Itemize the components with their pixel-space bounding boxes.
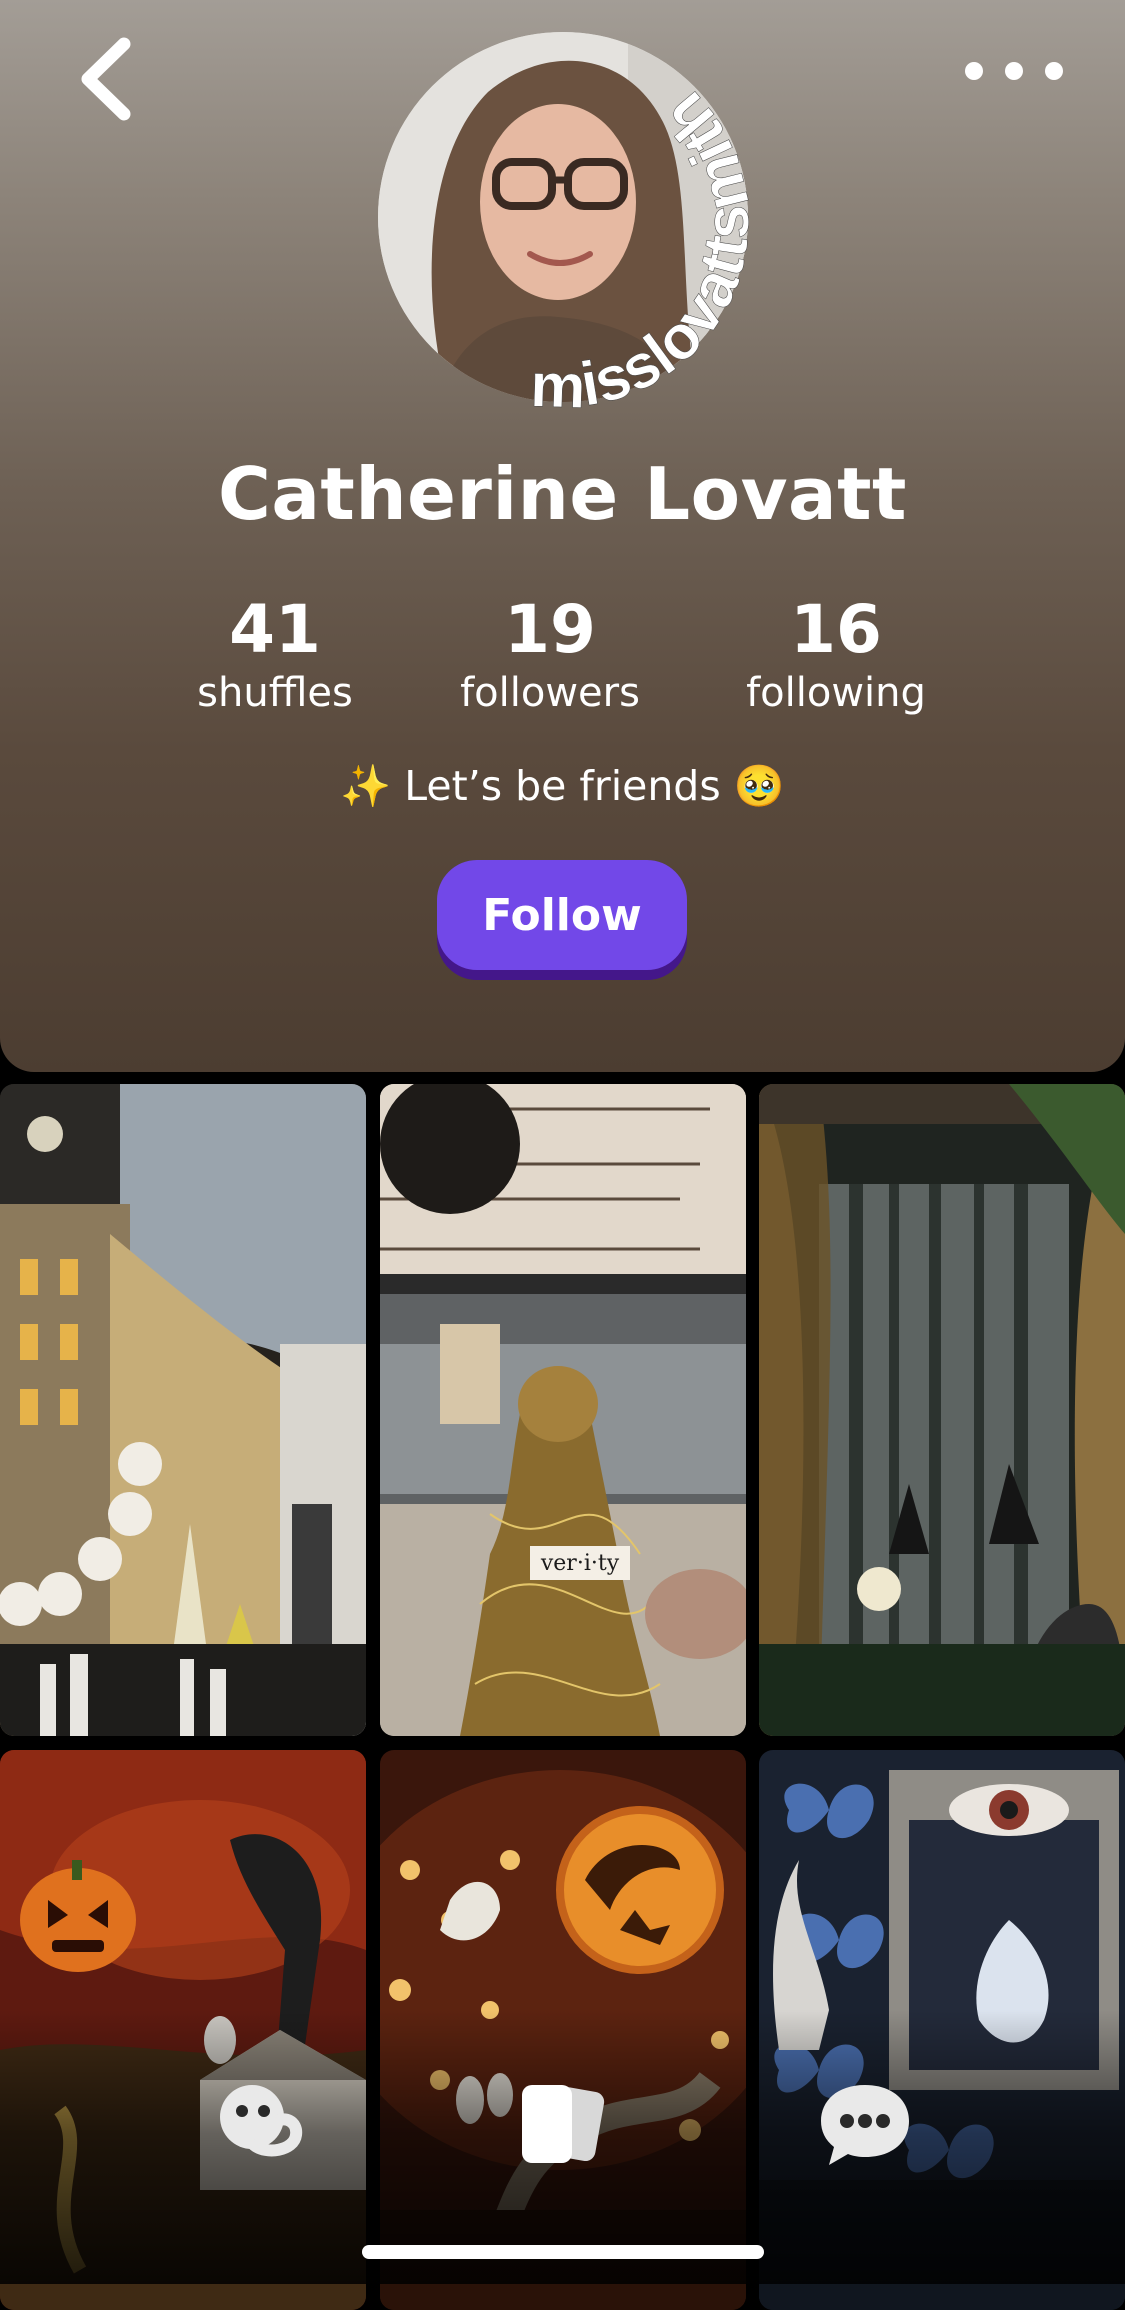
shuffle-cards-icon[interactable] — [512, 2075, 612, 2175]
profile-stats: 41 shuffles 19 followers 16 following — [0, 592, 1125, 722]
avatar-container[interactable]: misslovattsmith — [362, 22, 762, 422]
stat-value: 16 — [790, 591, 882, 668]
profile-bio: ✨ Let’s be friends 🥹 — [340, 762, 785, 810]
stat-label: shuffles — [197, 670, 353, 716]
follow-button[interactable]: Follow — [437, 860, 687, 970]
grid-tile[interactable] — [0, 1084, 366, 1736]
stat-value: 19 — [504, 591, 596, 668]
smiley-face-icon[interactable] — [210, 2075, 310, 2175]
more-dot-icon — [1005, 62, 1023, 80]
stat-label: following — [746, 670, 926, 716]
home-indicator[interactable] — [362, 2245, 764, 2259]
username-ring-text: misslovattsmith — [529, 79, 762, 422]
chat-bubble-icon[interactable] — [815, 2075, 915, 2175]
grid-tile[interactable] — [759, 1084, 1125, 1736]
grid-tile[interactable]: ver·i·ty — [380, 1084, 746, 1736]
stat-label: followers — [460, 670, 640, 716]
more-dot-icon — [1045, 62, 1063, 80]
stat-shuffles[interactable]: 41 shuffles — [145, 592, 405, 718]
profile-header: misslovattsmith Catherine Lovatt 41 shuf… — [0, 0, 1125, 1072]
back-chevron-icon[interactable] — [66, 34, 156, 124]
stat-following[interactable]: 16 following — [706, 592, 966, 718]
tile-caption: ver·i·ty — [540, 1551, 620, 1576]
stat-followers[interactable]: 19 followers — [420, 592, 680, 718]
svg-text:misslovattsmith: misslovattsmith — [529, 79, 762, 421]
more-dot-icon — [965, 62, 983, 80]
profile-name: Catherine Lovatt — [218, 452, 907, 536]
more-options-button[interactable] — [965, 50, 1065, 90]
stat-value: 41 — [229, 591, 321, 668]
